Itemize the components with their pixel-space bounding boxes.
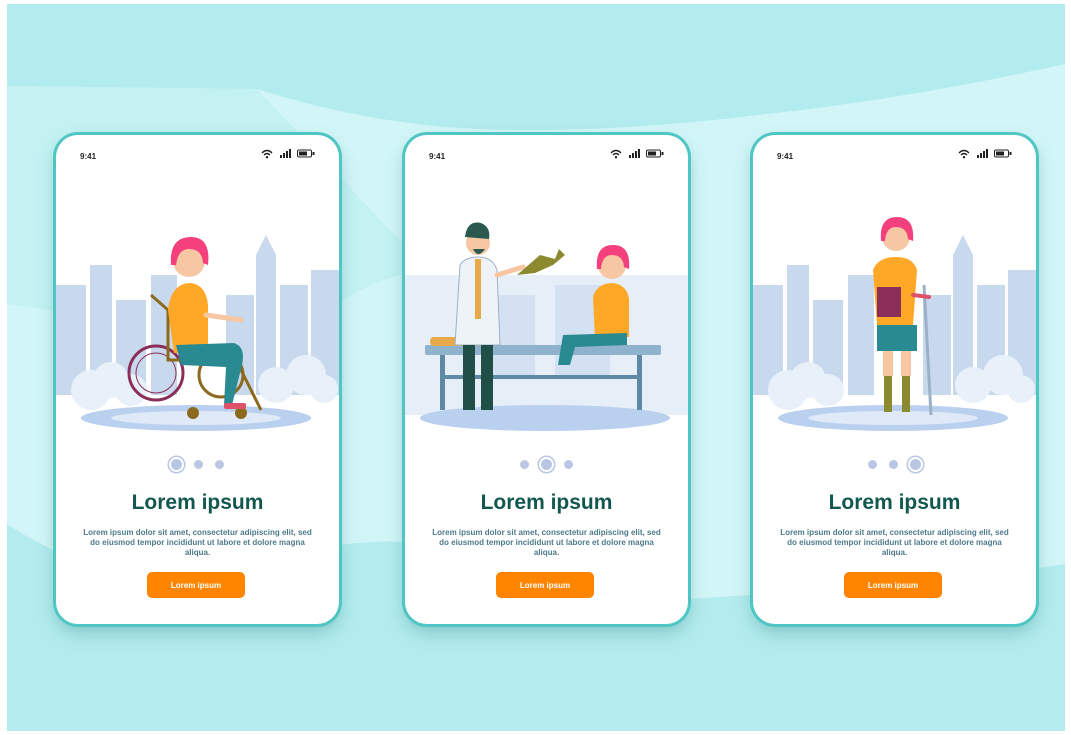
page-indicator: [405, 455, 688, 473]
status-time: 9:41: [80, 152, 97, 161]
page-dot-2[interactable]: [889, 459, 898, 469]
onboarding-screen-2: 9:41 Lorem ipsum Lorem ipsum dolor sit a…: [405, 135, 688, 624]
battery-icon: [646, 149, 664, 158]
status-icons: [261, 149, 317, 161]
signal-icon: [977, 149, 988, 158]
status-icons: [610, 149, 666, 161]
page-dot-1[interactable]: [868, 459, 877, 469]
battery-icon: [994, 149, 1012, 158]
page-dot-3[interactable]: [564, 459, 573, 469]
page-indicator: [753, 455, 1036, 473]
screen-description: Lorem ipsum dolor sit amet, consectetur …: [780, 528, 1009, 557]
page-dot-1[interactable]: [520, 459, 529, 469]
page-indicator: [56, 455, 339, 473]
screen-title: Lorem ipsum: [131, 491, 264, 514]
woman-in-wheelchair-illustration: [56, 235, 339, 431]
screen-title: Lorem ipsum: [828, 491, 961, 514]
screen-description: Lorem ipsum dolor sit amet, consectetur …: [432, 528, 661, 557]
cta-button[interactable]: Lorem ipsum: [844, 572, 942, 598]
onboarding-screen-3: 9:41 Lorem ipsum Lorem ipsum dolor sit a…: [753, 135, 1036, 624]
wifi-icon: [261, 149, 273, 159]
battery-icon: [297, 149, 315, 158]
status-icons: [958, 149, 1014, 161]
signal-icon: [280, 149, 291, 158]
status-bar: 9:41: [405, 135, 688, 175]
status-time: 9:41: [777, 152, 794, 161]
page-dot-3[interactable]: [215, 459, 224, 469]
screen-description: Lorem ipsum dolor sit amet, consectetur …: [83, 528, 312, 557]
cta-button[interactable]: Lorem ipsum: [496, 572, 594, 598]
screen-title: Lorem ipsum: [480, 491, 613, 514]
doctor-with-prosthetic-leg-illustration: [405, 222, 688, 431]
signal-icon: [629, 149, 640, 158]
wifi-icon: [958, 149, 970, 159]
page-dot-3[interactable]: [910, 458, 921, 470]
status-time: 9:41: [429, 152, 446, 161]
status-bar: 9:41: [56, 135, 339, 175]
wifi-icon: [610, 149, 622, 159]
cta-button[interactable]: Lorem ipsum: [147, 572, 245, 598]
page-dot-1[interactable]: [171, 458, 182, 470]
page-dot-2[interactable]: [541, 458, 552, 470]
onboarding-screen-1: 9:41 Lorem ipsum Lorem ipsum dolor sit a…: [56, 135, 339, 624]
woman-with-prosthetic-legs-and-crutch-illustration: [753, 217, 1036, 431]
status-bar: 9:41: [753, 135, 1036, 175]
page-dot-2[interactable]: [194, 459, 203, 469]
